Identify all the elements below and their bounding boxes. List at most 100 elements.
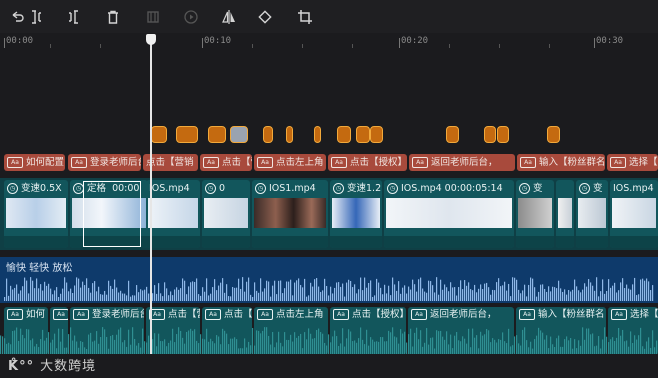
split-left-icon[interactable] bbox=[28, 8, 46, 26]
text-clip[interactable]: Aa 输入【粉丝群名 bbox=[517, 154, 605, 171]
text-icon: Aa bbox=[7, 309, 23, 320]
speed-icon: ◷ bbox=[387, 183, 398, 194]
timeline-toolbar bbox=[0, 0, 658, 33]
clip-label: 选择【 bbox=[629, 157, 658, 168]
clip-label: IOS.mp4 bbox=[149, 183, 190, 194]
delete-icon[interactable] bbox=[104, 8, 122, 26]
keyframe-marker[interactable] bbox=[176, 126, 198, 143]
clip-label: 点击【授权】 bbox=[350, 157, 407, 168]
clip-label: 输入【粉丝群名 bbox=[538, 309, 605, 320]
text-icon: Aa bbox=[519, 309, 535, 320]
clip-label: 变速0.5X bbox=[21, 183, 62, 194]
keyframe-marker[interactable] bbox=[446, 126, 459, 143]
keyframe-marker[interactable] bbox=[230, 126, 248, 143]
speed-icon: ◷ bbox=[333, 183, 344, 194]
watermark: K̊°° 大数跨境 bbox=[8, 355, 96, 374]
ruler-label: 00:20 bbox=[401, 36, 429, 46]
text-icon: Aa bbox=[257, 157, 273, 168]
clip-label: 点击【营 bbox=[168, 309, 200, 320]
video-clip[interactable]: ◷ 变速1.2 bbox=[330, 180, 382, 248]
watermark-logo: K̊°° bbox=[8, 359, 35, 374]
speed-icon: ◷ bbox=[579, 183, 590, 194]
clip-label: 点击【 bbox=[224, 309, 252, 320]
watermark-text: 大数跨境 bbox=[40, 359, 97, 374]
keyframe-marker[interactable] bbox=[208, 126, 226, 143]
text-icon: Aa bbox=[610, 157, 626, 168]
text-icon: Aa bbox=[73, 309, 89, 320]
clip-label: 返回老师后台， bbox=[430, 309, 497, 320]
keyframe-marker[interactable] bbox=[370, 126, 383, 143]
clip-label: 变速1.2 bbox=[347, 183, 382, 194]
ruler-label: 00:00 bbox=[6, 36, 34, 46]
video-clip[interactable]: ◷ 0 bbox=[202, 180, 250, 248]
text-icon: Aa bbox=[53, 309, 68, 320]
clip-thumbnail bbox=[578, 198, 606, 228]
keyframe-marker[interactable] bbox=[547, 126, 560, 143]
text-icon: Aa bbox=[520, 157, 536, 168]
keyframe-marker[interactable] bbox=[151, 126, 167, 143]
video-clip[interactable]: ◷ 变 bbox=[516, 180, 554, 248]
play-icon[interactable] bbox=[182, 8, 200, 26]
mirror-icon[interactable] bbox=[220, 8, 238, 26]
audio-track[interactable]: 愉快 轻快 放松 bbox=[0, 257, 658, 303]
voice-waveform bbox=[0, 327, 658, 355]
text-icon: Aa bbox=[71, 157, 87, 168]
clip-label: 登录老师后台 bbox=[92, 309, 144, 320]
text-clip[interactable]: Aa点击【营 bbox=[200, 154, 252, 171]
text-icon: Aa bbox=[203, 157, 219, 168]
video-clip[interactable]: IOS.mp4 bbox=[610, 180, 658, 248]
ruler-label: 00:30 bbox=[596, 36, 624, 46]
text-clip[interactable]: Aa登录老师后台 bbox=[68, 154, 141, 171]
video-clip[interactable]: ◷ IOS1.mp4 bbox=[252, 180, 328, 248]
clip-label: 输入【粉丝群名 bbox=[539, 157, 605, 168]
clip-thumbnail bbox=[386, 198, 512, 228]
split-right-icon[interactable] bbox=[64, 8, 82, 26]
playhead-handle[interactable] bbox=[146, 34, 156, 45]
video-clip[interactable]: IOS.mp4 bbox=[146, 180, 200, 248]
rotate-icon[interactable] bbox=[256, 8, 274, 26]
keyframe-marker[interactable] bbox=[314, 126, 321, 143]
text-clip[interactable]: Aa 选择【 bbox=[607, 154, 658, 171]
text-icon: Aa bbox=[257, 309, 273, 320]
clip-label: 变 bbox=[533, 183, 543, 194]
voice-track: Aa如何 Aa如 Aa登录老师后台 Aa点击【营 Aa点击【 Aa点击左上角 A… bbox=[0, 307, 658, 355]
video-clip[interactable]: ◷ 变速0.5X bbox=[4, 180, 68, 248]
text-clip[interactable]: Aa 点击左上角 bbox=[254, 154, 326, 171]
clip-label: 返回老师后台， bbox=[431, 157, 498, 168]
speed-icon: ◷ bbox=[255, 183, 266, 194]
selected-clip-outline[interactable] bbox=[83, 181, 141, 247]
time-ruler[interactable]: 00:00 00:10 00:20 00:30 bbox=[0, 33, 658, 51]
text-icon: Aa bbox=[333, 309, 349, 320]
clip-label: 点击左上角 bbox=[276, 157, 324, 168]
text-clip[interactable]: Aa 返回老师后台， bbox=[409, 154, 515, 171]
text-clip[interactable]: Aa 如何配置 bbox=[4, 154, 65, 171]
video-clip[interactable]: ◷ 变 bbox=[576, 180, 608, 248]
status-bar bbox=[0, 354, 658, 378]
keyframe-marker[interactable] bbox=[497, 126, 509, 143]
clip-thumbnail bbox=[612, 198, 656, 228]
clip-label: IOS.mp4 00:00:05:14 bbox=[401, 183, 503, 194]
clip-thumbnail bbox=[332, 198, 380, 228]
keyframe-marker[interactable] bbox=[484, 126, 496, 143]
video-clip[interactable]: ◷ IOS.mp4 00:00:05:14 bbox=[384, 180, 514, 248]
clip-label: 变 bbox=[593, 183, 603, 194]
text-icon: Aa bbox=[611, 309, 627, 320]
freeze-frame-icon[interactable] bbox=[144, 8, 162, 26]
crop-icon[interactable] bbox=[296, 8, 314, 26]
undo-icon[interactable] bbox=[8, 8, 26, 26]
clip-label: 点击左上角 bbox=[276, 309, 324, 320]
clip-label: 登录老师后台 bbox=[90, 157, 141, 168]
video-clip[interactable] bbox=[556, 180, 574, 248]
keyframe-marker[interactable] bbox=[356, 126, 370, 143]
clip-label: IOS1.mp4 bbox=[269, 183, 316, 194]
clip-label: 点击【营销 bbox=[146, 157, 194, 168]
keyframe-marker[interactable] bbox=[286, 126, 293, 143]
clip-label: 选择【 bbox=[630, 309, 658, 320]
keyframe-marker[interactable] bbox=[263, 126, 273, 143]
playhead-line[interactable] bbox=[150, 34, 152, 354]
speed-icon: ◷ bbox=[205, 183, 216, 194]
text-icon: Aa bbox=[331, 157, 347, 168]
ruler-label: 00:10 bbox=[204, 36, 232, 46]
text-clip[interactable]: Aa 点击【授权】 bbox=[328, 154, 407, 171]
keyframe-marker[interactable] bbox=[337, 126, 351, 143]
